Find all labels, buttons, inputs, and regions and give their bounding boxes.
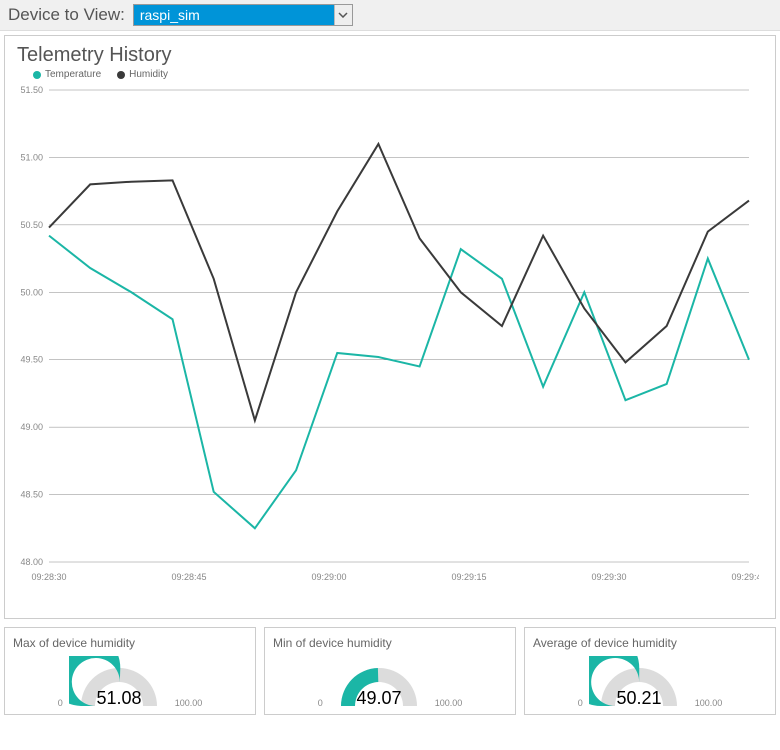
svg-text:09:28:45: 09:28:45 (171, 572, 206, 582)
telemetry-panel: Telemetry History Temperature Humidity 4… (4, 35, 776, 619)
gauge-body: 0 51.08 100.00 (9, 656, 251, 708)
svg-text:50.00: 50.00 (20, 287, 43, 297)
gauge-title: Max of device humidity (9, 636, 251, 650)
gauge-max-label: 100.00 (175, 698, 203, 708)
gauge-max-humidity: Max of device humidity 0 51.08 100.00 (4, 627, 256, 715)
device-select[interactable]: raspi_sim (133, 4, 353, 26)
legend-item-humidity: Humidity (117, 69, 168, 80)
gauge-title: Average of device humidity (529, 636, 771, 650)
gauge-min-label: 0 (318, 698, 323, 708)
legend-label-temperature: Temperature (45, 69, 101, 80)
svg-text:09:29:45: 09:29:45 (731, 572, 759, 582)
svg-text:49.50: 49.50 (20, 355, 43, 365)
gauge-min-humidity: Min of device humidity 0 49.07 100.00 (264, 627, 516, 715)
svg-text:51.08: 51.08 (96, 688, 141, 708)
gauge-arc: 49.07 (329, 656, 429, 708)
svg-text:09:29:15: 09:29:15 (451, 572, 486, 582)
svg-text:49.07: 49.07 (356, 688, 401, 708)
svg-text:09:29:30: 09:29:30 (591, 572, 626, 582)
svg-text:49.00: 49.00 (20, 422, 43, 432)
header-bar: Device to View: raspi_sim (0, 0, 780, 31)
svg-text:50.21: 50.21 (616, 688, 661, 708)
svg-text:09:29:00: 09:29:00 (311, 572, 346, 582)
gauge-min-label: 0 (578, 698, 583, 708)
device-view-label: Device to View: (8, 5, 125, 25)
line-chart: 48.00 48.50 49.00 49.50 50.00 50.50 51.00 51.50… (9, 86, 759, 586)
device-select-value: raspi_sim (134, 5, 334, 25)
gauge-title: Min of device humidity (269, 636, 511, 650)
svg-text:48.50: 48.50 (20, 490, 43, 500)
svg-text:50.50: 50.50 (20, 220, 43, 230)
gauge-avg-humidity: Average of device humidity 0 50.21 100.0… (524, 627, 776, 715)
gauge-min-label: 0 (58, 698, 63, 708)
gauge-body: 0 50.21 100.00 (529, 656, 771, 708)
gauge-body: 0 49.07 100.00 (269, 656, 511, 708)
chevron-down-icon (334, 5, 352, 25)
legend-dot-temperature (33, 71, 41, 79)
svg-text:51.00: 51.00 (20, 152, 43, 162)
legend-dot-humidity (117, 71, 125, 79)
legend-label-humidity: Humidity (129, 69, 168, 80)
panel-title: Telemetry History (5, 36, 775, 69)
gauge-max-label: 100.00 (435, 698, 463, 708)
legend-item-temperature: Temperature (33, 69, 101, 80)
gauge-max-label: 100.00 (695, 698, 723, 708)
chart-legend: Temperature Humidity (5, 69, 775, 86)
svg-text:51.50: 51.50 (20, 86, 43, 95)
gauge-arc: 50.21 (589, 656, 689, 708)
svg-text:48.00: 48.00 (20, 557, 43, 567)
svg-text:09:28:30: 09:28:30 (31, 572, 66, 582)
gauges-row: Max of device humidity 0 51.08 100.00 Mi… (4, 627, 776, 715)
gauge-arc: 51.08 (69, 656, 169, 708)
chart-area: 48.00 48.50 49.00 49.50 50.00 50.50 51.00 51.50… (9, 86, 765, 586)
